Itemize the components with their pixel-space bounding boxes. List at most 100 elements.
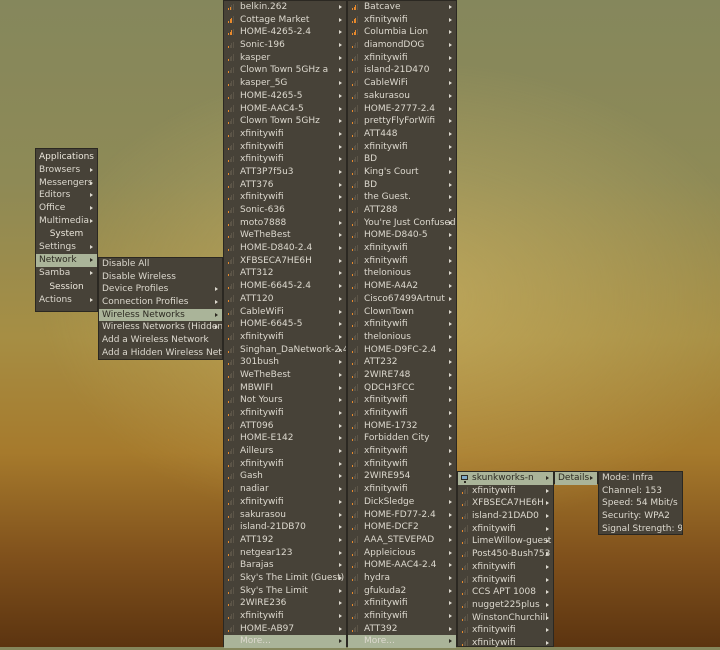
apps-item-editors[interactable]: Editors	[36, 189, 97, 202]
wifi-network-post450-bush753[interactable]: Post450-Bush753	[458, 548, 553, 561]
wifi-network-home-d840-5[interactable]: HOME-D840-5	[348, 229, 456, 242]
wifi-network-columbia-lion[interactable]: Columbia Lion	[348, 26, 456, 39]
wifi-network-att192[interactable]: ATT192	[224, 534, 346, 547]
network-item-add-a-hidden-wireless-network[interactable]: Add a Hidden Wireless Network	[99, 347, 222, 360]
wifi-network-limewillow-guest[interactable]: LimeWillow-guest	[458, 535, 553, 548]
wifi-network-wethebest[interactable]: WeTheBest	[224, 369, 346, 382]
wifi-network-2wire748[interactable]: 2WIRE748	[348, 369, 456, 382]
wifi-network-att448[interactable]: ATT448	[348, 128, 456, 141]
wifi-network-xfinitywifi[interactable]: xfinitywifi	[224, 458, 346, 471]
wifi-network-xfinitywifi[interactable]: xfinitywifi	[224, 407, 346, 420]
wifi-network-clowntown[interactable]: ClownTown	[348, 306, 456, 319]
wifi-network-xfinitywifi[interactable]: xfinitywifi	[348, 255, 456, 268]
wifi-network-att096[interactable]: ATT096	[224, 420, 346, 433]
wifi-network-appleicious[interactable]: Appleicious	[348, 547, 456, 560]
wifi-network-singhan-danetwork-2-4[interactable]: Singhan_DaNetwork-2.4	[224, 344, 346, 357]
wifi-network-ccs-apt-1008[interactable]: CCS APT 1008	[458, 586, 553, 599]
wifi-network-home-fd77-2-4[interactable]: HOME-FD77-2.4	[348, 509, 456, 522]
wifi-network-att376[interactable]: ATT376	[224, 179, 346, 192]
wifi-network-diamonddog[interactable]: diamondDOG	[348, 39, 456, 52]
wifi-network-not-yours[interactable]: Not Yours	[224, 394, 346, 407]
wifi-network-home-6645-5[interactable]: HOME-6645-5	[224, 318, 346, 331]
wifi-network-sky-s-the-limit[interactable]: Sky's The Limit	[224, 585, 346, 598]
wifi-network-netgear123[interactable]: netgear123	[224, 547, 346, 560]
wifi-network-xfinitywifi[interactable]: xfinitywifi	[348, 407, 456, 420]
wifi-network-cablewifi[interactable]: CableWiFi	[224, 306, 346, 319]
wifi-network-xfinitywifi[interactable]: xfinitywifi	[348, 445, 456, 458]
apps-item-settings[interactable]: Settings	[36, 241, 97, 254]
wifi-network-home-1732[interactable]: HOME-1732	[348, 420, 456, 433]
wifi-network-home-2777-2-4[interactable]: HOME-2777-2.4	[348, 103, 456, 116]
wifi-network-island-21db70[interactable]: island-21DB70	[224, 521, 346, 534]
wifi-network-aaa-stevepad[interactable]: AAA_STEVEPAD	[348, 534, 456, 547]
wifi-network-dicksledge[interactable]: DickSledge	[348, 496, 456, 509]
wifi-network-xfinitywifi[interactable]: xfinitywifi	[348, 483, 456, 496]
wifi-network-batcave[interactable]: Batcave	[348, 1, 456, 14]
wifi-network-att392[interactable]: ATT392	[348, 623, 456, 636]
wifi-network-belkin-262[interactable]: belkin.262	[224, 1, 346, 14]
wifi-network-xfinitywifi[interactable]: xfinitywifi	[348, 52, 456, 65]
wifi-network-thelonious[interactable]: thelonious	[348, 267, 456, 280]
wifi-network-att120[interactable]: ATT120	[224, 293, 346, 306]
wifi-network-sakurasou[interactable]: sakurasou	[224, 509, 346, 522]
wifi-network-xfinitywifi[interactable]: xfinitywifi	[458, 637, 553, 650]
wifi-network-king-s-court[interactable]: King's Court	[348, 166, 456, 179]
wifi-network-xfinitywifi[interactable]: xfinitywifi	[458, 523, 553, 536]
wifi-network-bd[interactable]: BD	[348, 153, 456, 166]
wifi-network-att288[interactable]: ATT288	[348, 204, 456, 217]
wifi-network-sakurasou[interactable]: sakurasou	[348, 90, 456, 103]
wifi-network-kasper[interactable]: kasper	[224, 52, 346, 65]
network-item-wireless-networks-hidden[interactable]: Wireless Networks (Hidden)	[99, 321, 222, 334]
wifi-network-xfinitywifi[interactable]: xfinitywifi	[224, 128, 346, 141]
more-networks-item[interactable]: More...	[348, 635, 456, 649]
wifi-network-home-aac4-2-4[interactable]: HOME-AAC4-2.4	[348, 559, 456, 572]
wifi-network-bd[interactable]: BD	[348, 179, 456, 192]
wifi-network-skunkworks-n[interactable]: skunkworks-n	[458, 472, 553, 485]
wifi-network-gash[interactable]: Gash	[224, 470, 346, 483]
apps-item-network[interactable]: Network	[36, 254, 97, 267]
details-item[interactable]: Details	[555, 472, 597, 485]
wifi-network-2wire236[interactable]: 2WIRE236	[224, 597, 346, 610]
wifi-network-2wire954[interactable]: 2WIRE954	[348, 470, 456, 483]
wifi-network-the-guest[interactable]: the Guest.	[348, 191, 456, 204]
wifi-network-moto7888[interactable]: moto7888	[224, 217, 346, 230]
wifi-network-xfinitywifi[interactable]: xfinitywifi	[348, 394, 456, 407]
wifi-network-home-ab97[interactable]: HOME-AB97	[224, 623, 346, 636]
network-item-wireless-networks[interactable]: Wireless Networks	[99, 308, 222, 322]
wifi-network-home-a4a2[interactable]: HOME-A4A2	[348, 280, 456, 293]
wifi-network-xfinitywifi[interactable]: xfinitywifi	[348, 458, 456, 471]
network-item-disable-wireless[interactable]: Disable Wireless	[99, 271, 222, 284]
wifi-network-sonic-196[interactable]: Sonic-196	[224, 39, 346, 52]
wifi-network-xfbseca7he6h[interactable]: XFBSECA7HE6H	[224, 255, 346, 268]
wifi-network-xfinitywifi[interactable]: xfinitywifi	[224, 331, 346, 344]
wifi-network-att232[interactable]: ATT232	[348, 356, 456, 369]
wifi-network-home-d9fc-2-4[interactable]: HOME-D9FC-2.4	[348, 344, 456, 357]
wifi-network-xfinitywifi[interactable]: xfinitywifi	[224, 141, 346, 154]
apps-item-browsers[interactable]: Browsers	[36, 164, 97, 177]
more-networks-item[interactable]: More...	[224, 635, 346, 649]
network-item-connection-profiles[interactable]: Connection Profiles	[99, 296, 222, 309]
wifi-network-island-21d470[interactable]: island-21D470	[348, 64, 456, 77]
wifi-network-you-re-just-confused[interactable]: You're Just Confused	[348, 217, 456, 230]
network-item-device-profiles[interactable]: Device Profiles	[99, 283, 222, 296]
wifi-network-winstonchurchill[interactable]: WinstonChurchill	[458, 612, 553, 625]
wifi-network-att3p7f5u3[interactable]: ATT3P7f5u3	[224, 166, 346, 179]
apps-item-messengers[interactable]: Messengers	[36, 177, 97, 190]
wifi-network-xfinitywifi[interactable]: xfinitywifi	[348, 14, 456, 27]
apps-item-office[interactable]: Office	[36, 202, 97, 215]
wifi-network-qdch3fcc[interactable]: QDCH3FCC	[348, 382, 456, 395]
wifi-network-clown-town-5ghz-a[interactable]: Clown Town 5GHz a	[224, 64, 346, 77]
wifi-network-xfinitywifi[interactable]: xfinitywifi	[224, 496, 346, 509]
wifi-network-xfinitywifi[interactable]: xfinitywifi	[458, 574, 553, 587]
wifi-network-xfinitywifi[interactable]: xfinitywifi	[458, 561, 553, 574]
wifi-network-thelonious[interactable]: thelonious	[348, 331, 456, 344]
wifi-network-home-6645-2-4[interactable]: HOME-6645-2.4	[224, 280, 346, 293]
wifi-network-forbidden-city[interactable]: Forbidden City	[348, 432, 456, 445]
apps-item-actions[interactable]: Actions	[36, 294, 97, 307]
wifi-network-kasper-5g[interactable]: kasper_5G	[224, 77, 346, 90]
wifi-network-wethebest[interactable]: WeTheBest	[224, 229, 346, 242]
wifi-network-xfinitywifi[interactable]: xfinitywifi	[458, 624, 553, 637]
wifi-network-xfinitywifi[interactable]: xfinitywifi	[224, 153, 346, 166]
wifi-network-home-4265-2-4[interactable]: HOME-4265-2.4	[224, 26, 346, 39]
wifi-network-xfinitywifi[interactable]: xfinitywifi	[458, 485, 553, 498]
